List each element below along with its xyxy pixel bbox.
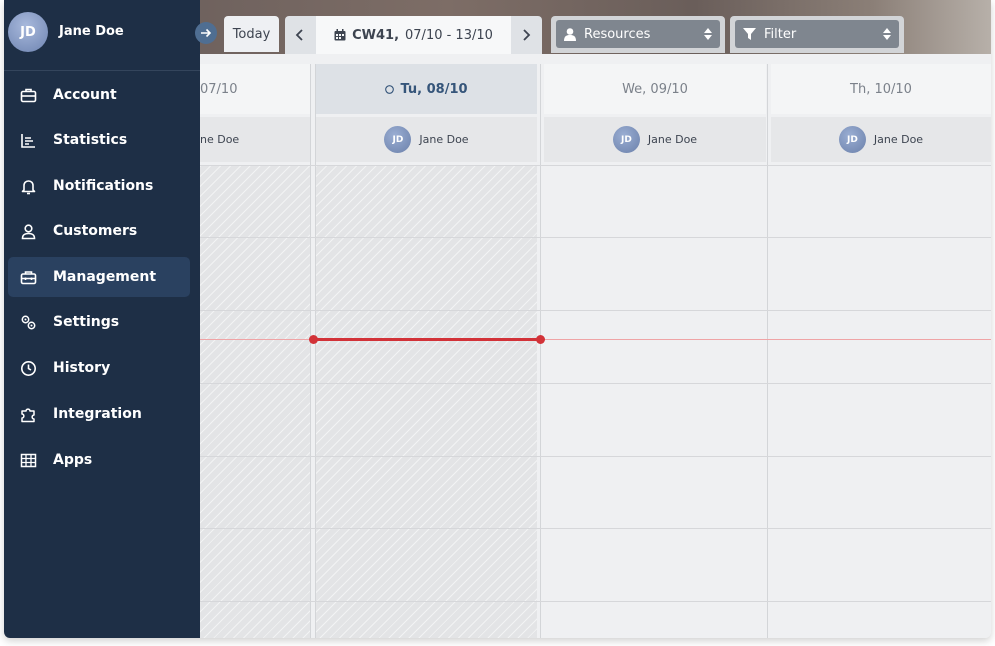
resources-select[interactable]: Resources bbox=[556, 20, 720, 48]
sidebar-item-customers[interactable]: Customers bbox=[8, 211, 190, 251]
chevron-right-icon bbox=[523, 29, 531, 41]
sidebar-item-integration[interactable]: Integration bbox=[8, 394, 190, 434]
sidebar-item-notifications[interactable]: Notifications bbox=[8, 166, 190, 206]
chevron-left-icon bbox=[295, 29, 303, 41]
toolbox-icon bbox=[20, 271, 37, 285]
grid-divider bbox=[200, 383, 991, 384]
filter-select[interactable]: Filter bbox=[735, 20, 899, 48]
day-header-thursday[interactable]: Th, 10/10 bbox=[771, 64, 991, 114]
sidebar-item-label: Statistics bbox=[53, 132, 128, 148]
filter-dropdown: Filter bbox=[730, 16, 904, 53]
date-range-label: 07/10 - 13/10 bbox=[405, 27, 493, 43]
sidebar-item-label: History bbox=[53, 360, 111, 376]
grid-divider bbox=[200, 237, 991, 238]
sidebar-item-history[interactable]: History bbox=[8, 348, 190, 388]
avatar: JD bbox=[384, 126, 412, 153]
resource-cell[interactable]: ne Doe bbox=[200, 117, 310, 162]
next-week-button[interactable] bbox=[511, 16, 542, 54]
sidebar: JD Jane Doe Account Statistics Notificat… bbox=[4, 0, 200, 638]
sidebar-item-label: Apps bbox=[53, 452, 93, 468]
puzzle-icon bbox=[21, 408, 35, 423]
profile-header[interactable]: JD Jane Doe bbox=[4, 0, 200, 71]
avatar: JD bbox=[838, 126, 866, 153]
sidebar-item-label: Integration bbox=[53, 406, 142, 422]
avatar: JD bbox=[8, 12, 48, 52]
grid-divider bbox=[200, 310, 991, 311]
calendar-icon bbox=[334, 29, 346, 41]
resources-label: Resources bbox=[584, 26, 651, 42]
day-header-monday[interactable]: 07/10 bbox=[200, 64, 310, 114]
sidebar-item-account[interactable]: Account bbox=[8, 75, 190, 115]
resource-name: Jane Doe bbox=[419, 133, 469, 146]
calendar-week-label: CW41, bbox=[352, 27, 400, 43]
resource-cell[interactable]: JD Jane Doe bbox=[544, 117, 766, 162]
sidebar-item-management[interactable]: Management bbox=[8, 257, 190, 297]
sidebar-item-statistics[interactable]: Statistics bbox=[8, 120, 190, 160]
sort-caret-icon bbox=[704, 28, 712, 40]
app-window: Today CW41, 07/10 - 13/10 Resources Filt… bbox=[4, 0, 991, 638]
day-header-wednesday[interactable]: We, 09/10 bbox=[544, 64, 766, 114]
sidebar-item-label: Notifications bbox=[53, 178, 154, 194]
bar-chart-icon bbox=[21, 134, 35, 148]
current-time-line-today bbox=[313, 338, 540, 341]
sort-caret-icon bbox=[883, 28, 891, 40]
resource-name: Jane Doe bbox=[873, 133, 924, 146]
briefcase-icon bbox=[20, 88, 37, 103]
day-header-label: Th, 10/10 bbox=[850, 81, 912, 97]
collapse-sidebar-button[interactable] bbox=[195, 22, 217, 44]
resources-dropdown: Resources bbox=[551, 16, 725, 53]
grid-divider bbox=[200, 528, 991, 529]
sidebar-item-apps[interactable]: Apps bbox=[8, 440, 190, 480]
avatar: JD bbox=[612, 126, 640, 153]
today-circle-icon bbox=[385, 84, 395, 94]
grid-divider bbox=[767, 64, 768, 638]
arrow-right-icon bbox=[201, 28, 212, 38]
resource-name: ne Doe bbox=[200, 133, 240, 146]
week-range-display[interactable]: CW41, 07/10 - 13/10 bbox=[316, 16, 511, 54]
user-icon bbox=[564, 27, 576, 41]
current-time-dot bbox=[536, 335, 545, 344]
grid-divider bbox=[200, 165, 991, 166]
clock-icon bbox=[21, 361, 36, 376]
gears-icon bbox=[21, 315, 36, 330]
resource-name: Jane Doe bbox=[647, 133, 698, 146]
day-header-tuesday[interactable]: Tu, 08/10 bbox=[316, 64, 537, 114]
sidebar-item-label: Customers bbox=[53, 223, 138, 239]
sidebar-item-label: Management bbox=[53, 269, 157, 285]
grid-divider bbox=[200, 601, 991, 602]
day-header-label: We, 09/10 bbox=[622, 81, 688, 97]
today-button[interactable]: Today bbox=[224, 16, 279, 52]
day-header-label: Tu, 08/10 bbox=[400, 81, 468, 97]
filter-icon bbox=[743, 28, 756, 40]
grid-divider bbox=[540, 64, 541, 638]
current-time-dot bbox=[309, 335, 318, 344]
grid-divider bbox=[315, 64, 316, 638]
user-name: Jane Doe bbox=[59, 24, 124, 39]
sidebar-item-settings[interactable]: Settings bbox=[8, 302, 190, 342]
user-icon bbox=[21, 224, 36, 240]
grid-divider bbox=[200, 456, 991, 457]
sidebar-item-label: Settings bbox=[53, 314, 120, 330]
filter-label: Filter bbox=[764, 26, 797, 42]
resource-cell[interactable]: JD Jane Doe bbox=[316, 117, 537, 162]
grid-divider bbox=[310, 64, 311, 638]
bell-icon bbox=[21, 180, 36, 195]
previous-week-button[interactable] bbox=[285, 16, 316, 54]
sidebar-item-label: Account bbox=[53, 87, 117, 103]
grid-icon bbox=[20, 453, 37, 468]
day-header-label: 07/10 bbox=[200, 81, 238, 97]
resource-cell[interactable]: JD Jane Doe bbox=[771, 117, 991, 162]
